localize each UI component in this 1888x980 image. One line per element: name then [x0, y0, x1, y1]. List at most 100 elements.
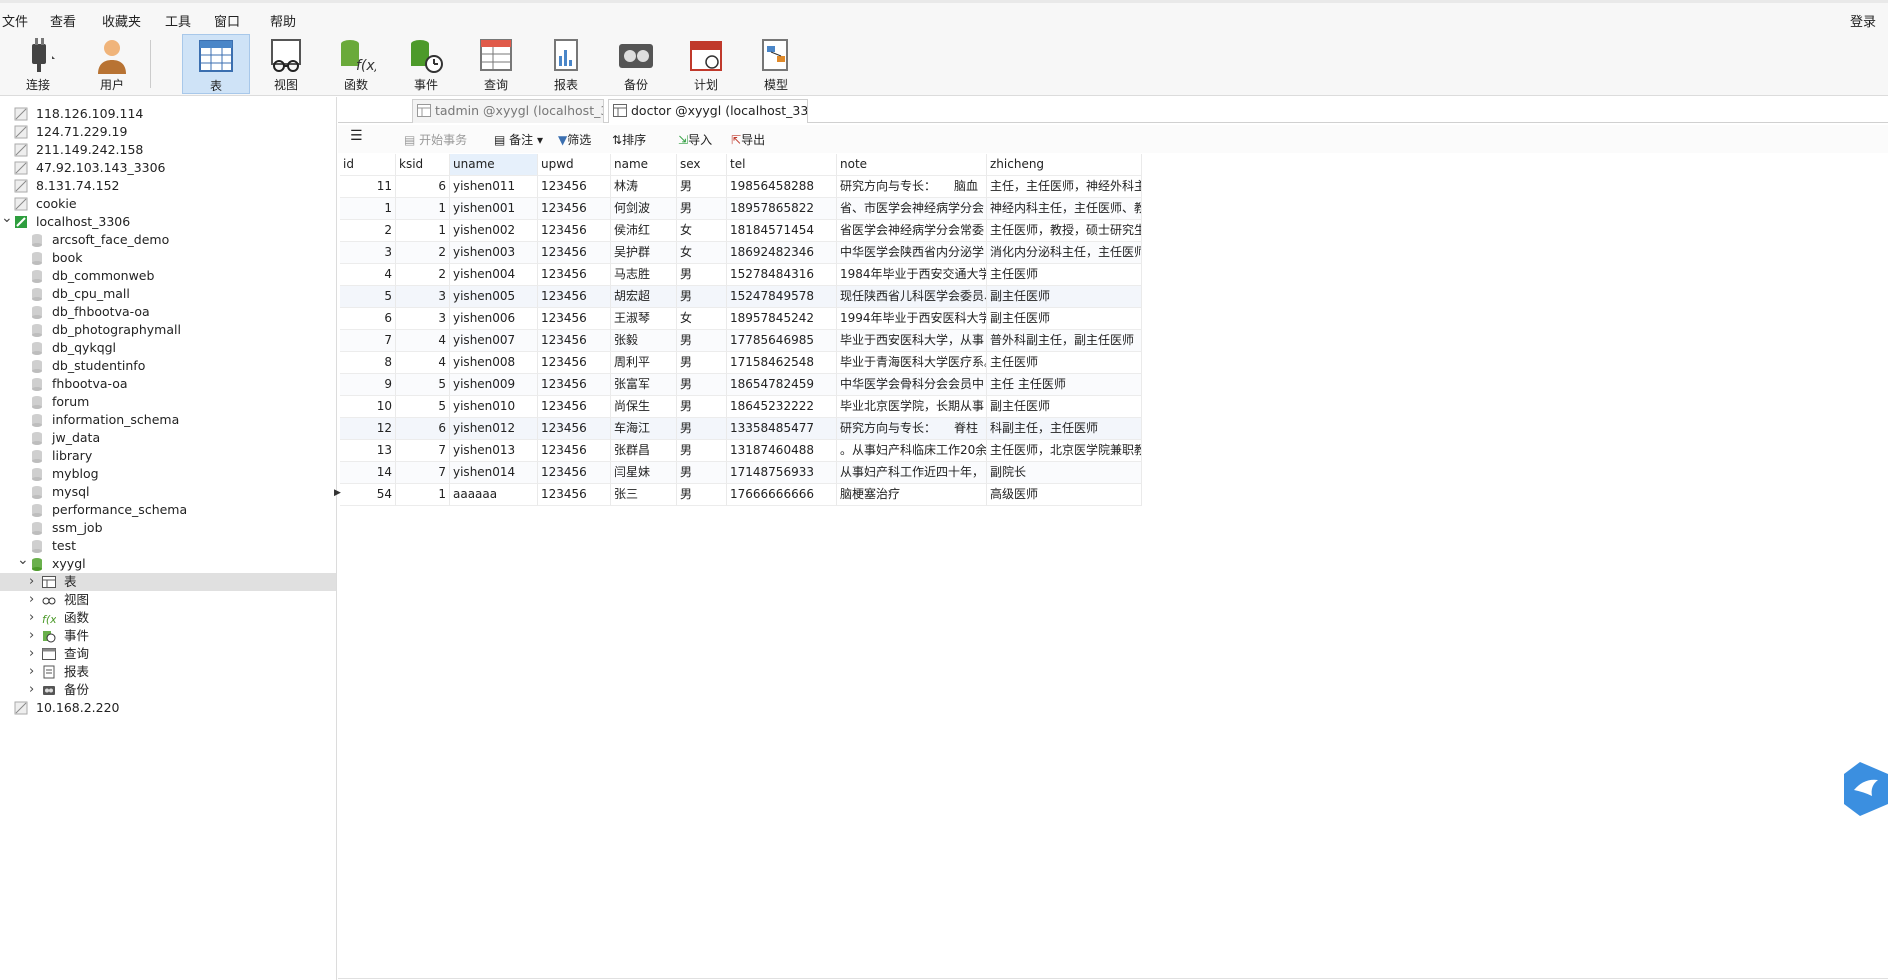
begin-transaction-button[interactable]: ▤ 开始事务 — [404, 131, 467, 148]
table-cell-uname[interactable]: yishen007 — [450, 330, 538, 352]
table-cell-zhicheng[interactable]: 主任医师 — [987, 352, 1142, 374]
table-cell-tel[interactable]: 18184571454 — [727, 220, 837, 242]
tree-item[interactable]: 118.126.109.114 — [0, 105, 336, 123]
tree-item[interactable]: db_commonweb — [0, 267, 336, 285]
table-cell-zhicheng[interactable]: 普外科副主任，副主任医师 — [987, 330, 1142, 352]
chevron-right-icon[interactable]: › — [29, 645, 34, 663]
menu-favorites[interactable]: 收藏夹 — [102, 11, 141, 30]
table-cell-zhicheng[interactable]: 副主任医师 — [987, 308, 1142, 330]
table-cell-id[interactable]: 7 — [340, 330, 396, 352]
table-cell-id[interactable]: 11 — [340, 176, 396, 198]
tree-item[interactable]: › 视图 — [0, 591, 336, 609]
table-cell-zhicheng[interactable]: 副主任医师 — [987, 396, 1142, 418]
table-row[interactable]: 9 5 yishen009 123456 张富军男 18654782459 中华医学会骨科分… — [340, 374, 1142, 396]
login-link[interactable]: 登录 — [1850, 11, 1876, 30]
tree-item[interactable]: 10.168.2.220 — [0, 699, 336, 717]
table-cell-id[interactable]: 12 — [340, 418, 396, 440]
table-cell-sex[interactable]: 男 — [677, 330, 727, 352]
table-cell-uname[interactable]: yishen003 — [450, 242, 538, 264]
table-cell-upwd[interactable]: 123456 — [538, 220, 611, 242]
table-cell-id[interactable]: 13 — [340, 440, 396, 462]
tree-item[interactable]: test — [0, 537, 336, 555]
table-cell-zhicheng[interactable]: 消化内分泌科主任，主任医师 — [987, 242, 1142, 264]
table-cell-note[interactable]: 省医学会神经病学分会常委 — [837, 220, 987, 242]
chevron-right-icon[interactable]: › — [29, 591, 34, 609]
table-cell-upwd[interactable]: 123456 — [538, 440, 611, 462]
column-header-tel[interactable]: tel — [727, 154, 837, 176]
table-cell-upwd[interactable]: 123456 — [538, 484, 611, 506]
tree-item[interactable]: mysql — [0, 483, 336, 501]
table-cell-zhicheng[interactable]: 主任医师，教授，硕士研究生 — [987, 220, 1142, 242]
table-cell-ksid[interactable]: 2 — [396, 242, 450, 264]
table-row[interactable]: 8 4 yishen008 123456 周利平男 17158462548 毕业于青海医科大… — [340, 352, 1142, 374]
table-cell-sex[interactable]: 男 — [677, 484, 727, 506]
function-button[interactable]: f(x) 函数 — [322, 34, 390, 94]
table-cell-note[interactable]: 1994年毕业于西安医科大学 — [837, 308, 987, 330]
tree-item[interactable]: db_photographymall — [0, 321, 336, 339]
table-cell-note[interactable]: 现任陕西省儿科医学会委员、 — [837, 286, 987, 308]
table-row[interactable]: 6 3 yishen006 123456 王淑琴女 18957845242 1994年毕业于… — [340, 308, 1142, 330]
table-cell-note[interactable]: 毕业北京医学院，长期从事 — [837, 396, 987, 418]
tree-item[interactable]: library — [0, 447, 336, 465]
table-cell-ksid[interactable]: 6 — [396, 418, 450, 440]
table-row[interactable]: 3 2 yishen003 123456 吴护群女 18692482346 中华医学会陕西省… — [340, 242, 1142, 264]
table-cell-upwd[interactable]: 123456 — [538, 308, 611, 330]
table-cell-upwd[interactable]: 123456 — [538, 330, 611, 352]
column-header-sex[interactable]: sex — [677, 154, 727, 176]
tree-item[interactable]: arcsoft_face_demo — [0, 231, 336, 249]
table-cell-tel[interactable]: 13187460488 — [727, 440, 837, 462]
table-cell-uname[interactable]: yishen008 — [450, 352, 538, 374]
bird-widget-icon[interactable] — [1842, 760, 1888, 816]
table-cell-note[interactable]: 研究方向与专长： 脊柱 — [837, 418, 987, 440]
table-cell-ksid[interactable]: 1 — [396, 198, 450, 220]
table-cell-id[interactable]: 14 — [340, 462, 396, 484]
menu-window[interactable]: 窗口 — [214, 11, 240, 30]
table-cell-uname[interactable]: yishen010 — [450, 396, 538, 418]
table-cell-upwd[interactable]: 123456 — [538, 396, 611, 418]
tree-item[interactable]: › f(x) 函数 — [0, 609, 336, 627]
table-cell-tel[interactable]: 19856458288 — [727, 176, 837, 198]
table-cell-zhicheng[interactable]: 神经内科主任，主任医师、教 — [987, 198, 1142, 220]
table-cell-note[interactable]: 省、市医学会神经病学分会 — [837, 198, 987, 220]
table-row[interactable]: 14 7 yishen014 123456 闫星妹男 17148756933 从事妇产科工作… — [340, 462, 1142, 484]
menu-view[interactable]: 查看 — [50, 11, 76, 30]
chevron-right-icon[interactable]: › — [29, 681, 34, 699]
table-cell-id[interactable]: 1 — [340, 198, 396, 220]
tree-item[interactable]: db_qykqgl — [0, 339, 336, 357]
chevron-down-icon[interactable]: ⌄ — [1, 209, 13, 227]
table-cell-sex[interactable]: 男 — [677, 418, 727, 440]
table-row[interactable]: ▶ 54 1 aaaaaa 123456 张三男 17666666666 脑梗塞治疗 高级医师 — [334, 484, 1142, 506]
table-cell-ksid[interactable]: 7 — [396, 440, 450, 462]
table-cell-sex[interactable]: 男 — [677, 264, 727, 286]
table-cell-upwd[interactable]: 123456 — [538, 462, 611, 484]
tree-item[interactable]: ssm_job — [0, 519, 336, 537]
table-cell-ksid[interactable]: 4 — [396, 352, 450, 374]
table-cell-id[interactable]: 9 — [340, 374, 396, 396]
table-cell-note[interactable]: 中华医学会陕西省内分泌学 — [837, 242, 987, 264]
table-cell-uname[interactable]: yishen014 — [450, 462, 538, 484]
table-cell-id[interactable]: 2 — [340, 220, 396, 242]
table-cell-upwd[interactable]: 123456 — [538, 418, 611, 440]
table-cell-sex[interactable]: 男 — [677, 286, 727, 308]
tree-item[interactable]: ⌄ xyygl — [0, 552, 336, 573]
backup-button[interactable]: 备份 — [602, 34, 670, 94]
table-cell-zhicheng[interactable]: 主任，主任医师，神经外科主 — [987, 176, 1142, 198]
connect-button[interactable]: 连接 — [4, 34, 72, 94]
table-cell-upwd[interactable]: 123456 — [538, 286, 611, 308]
chevron-right-icon[interactable]: › — [29, 627, 34, 645]
table-cell-upwd[interactable]: 123456 — [538, 264, 611, 286]
table-cell-note[interactable]: 脑梗塞治疗 — [837, 484, 987, 506]
table-cell-name[interactable]: 张群昌 — [611, 440, 677, 462]
table-cell-tel[interactable]: 18957845242 — [727, 308, 837, 330]
column-header-note[interactable]: note — [837, 154, 987, 176]
table-cell-name[interactable]: 林涛 — [611, 176, 677, 198]
chevron-right-icon[interactable]: › — [29, 609, 34, 627]
table-cell-id[interactable]: 6 — [340, 308, 396, 330]
table-cell-uname[interactable]: yishen005 — [450, 286, 538, 308]
table-cell-tel[interactable]: 17148756933 — [727, 462, 837, 484]
table-cell-name[interactable]: 张三 — [611, 484, 677, 506]
view-button[interactable]: 视图 — [252, 34, 320, 94]
table-cell-sex[interactable]: 男 — [677, 396, 727, 418]
table-cell-zhicheng[interactable]: 高级医师 — [987, 484, 1142, 506]
table-cell-sex[interactable]: 男 — [677, 176, 727, 198]
